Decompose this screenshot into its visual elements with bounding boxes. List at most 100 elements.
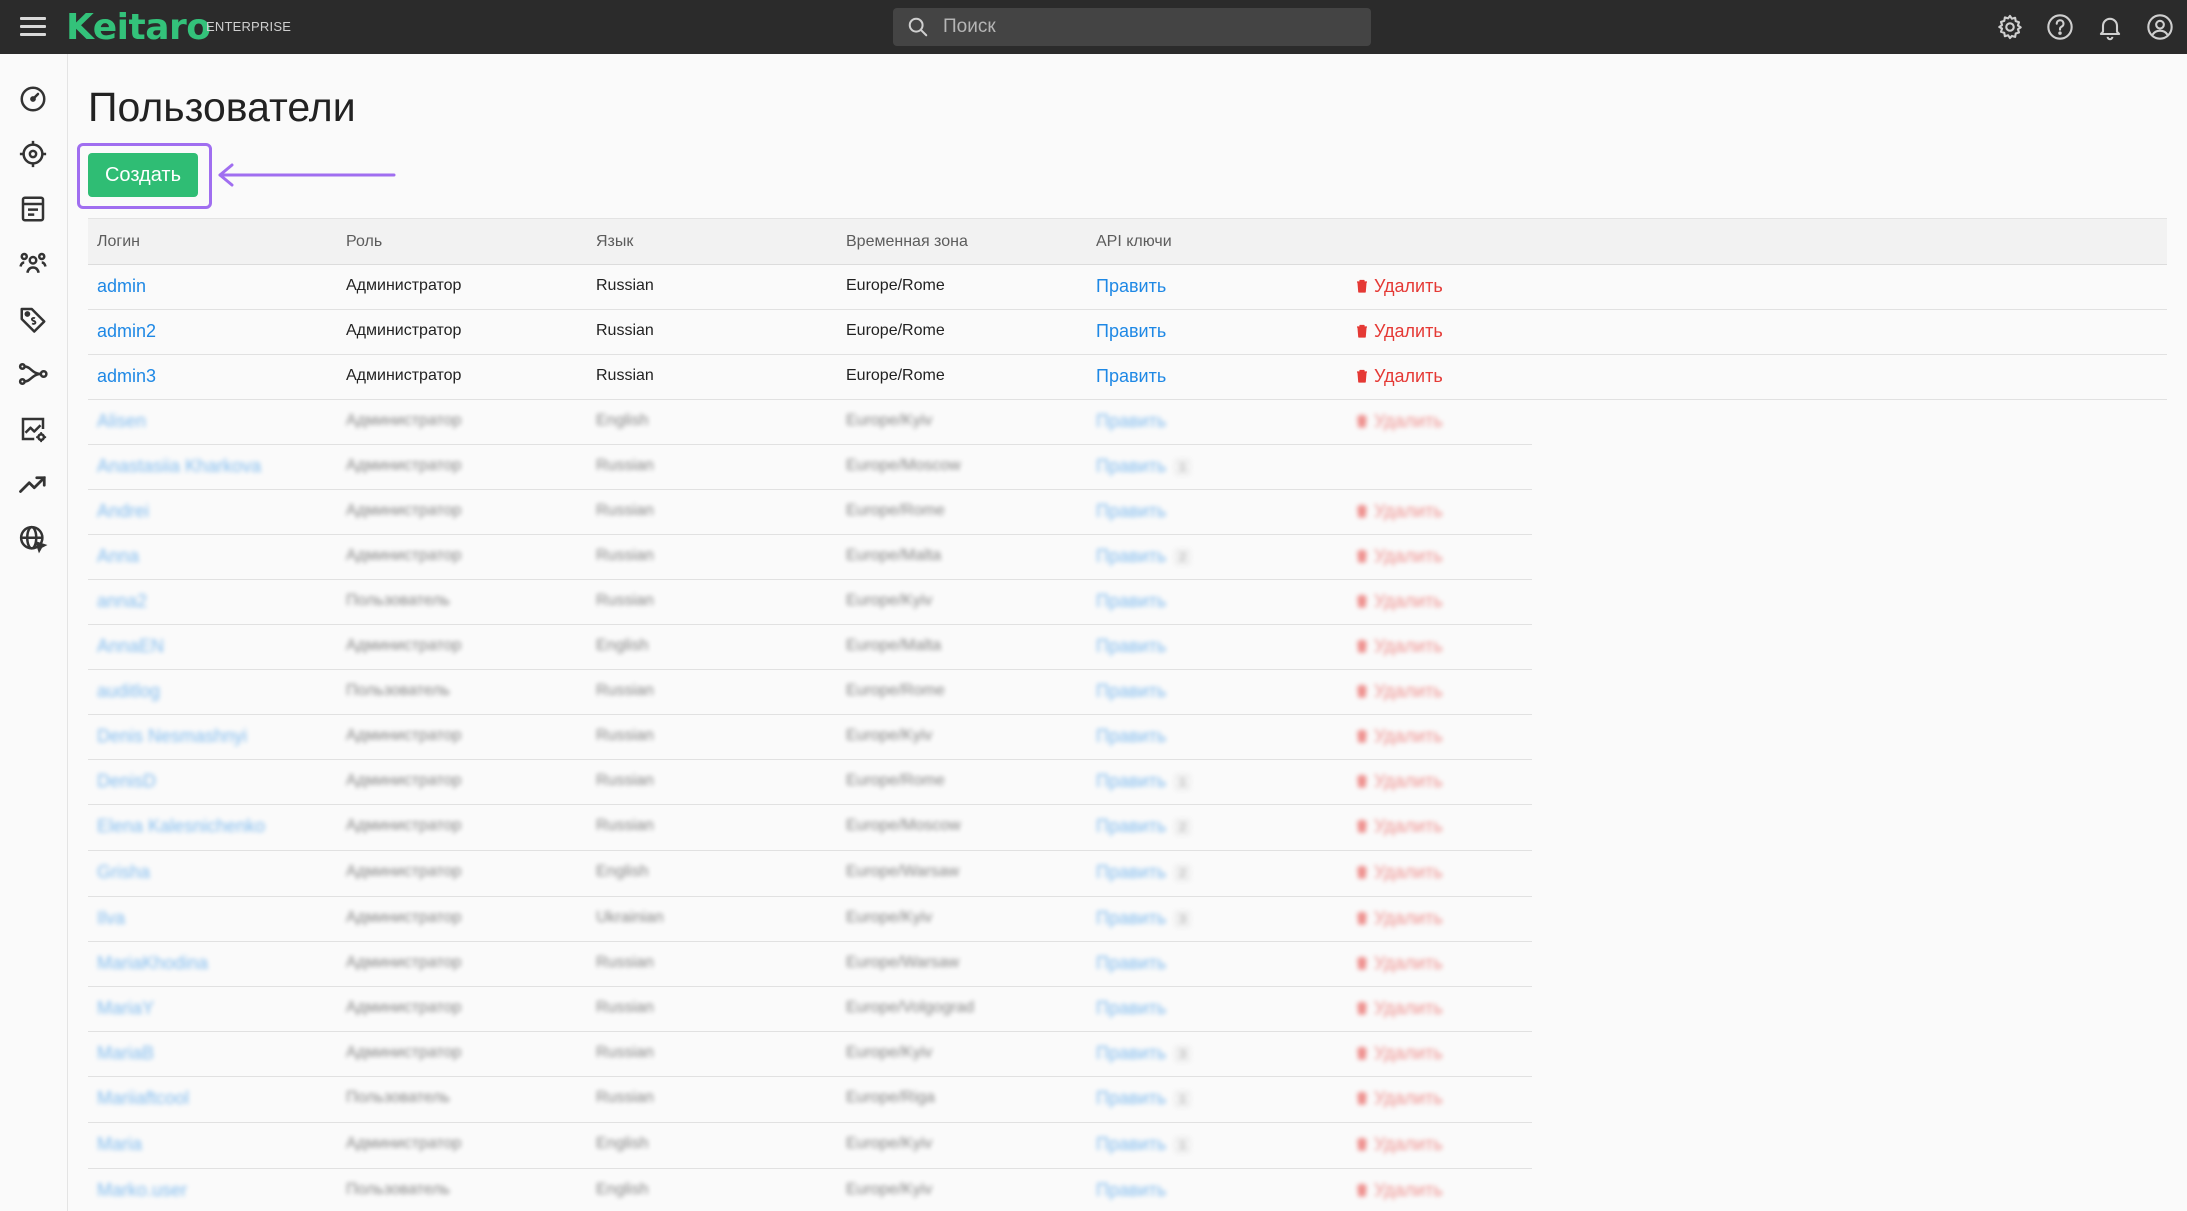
edit-api-keys-link[interactable]: Править — [1096, 726, 1166, 747]
user-login-link[interactable]: MariaB — [97, 1043, 154, 1064]
edit-api-keys-link[interactable]: Править — [1096, 1180, 1166, 1201]
user-language: Russian — [596, 367, 654, 384]
campaigns-icon[interactable] — [18, 139, 48, 169]
edit-api-keys-link[interactable]: Править — [1096, 321, 1166, 342]
delete-user-button[interactable]: Удалить — [1356, 636, 1443, 657]
delete-user-button[interactable]: Удалить — [1356, 953, 1443, 974]
column-login[interactable]: Логин — [97, 233, 140, 251]
edit-label: Править — [1096, 591, 1167, 611]
user-login-link[interactable]: admin2 — [97, 321, 156, 342]
user-timezone: Europe/Rome — [846, 322, 945, 339]
delete-user-button[interactable]: Удалить — [1356, 546, 1443, 567]
edit-api-keys-link[interactable]: Править — [1096, 276, 1166, 297]
user-login-link[interactable]: anna2 — [97, 591, 147, 612]
search-box[interactable] — [893, 8, 1371, 46]
user-login-link[interactable]: Mariiaftcool — [97, 1088, 189, 1109]
delete-user-button[interactable]: Удалить — [1356, 411, 1443, 432]
help-icon[interactable] — [2046, 13, 2074, 41]
user-login-link[interactable]: Ilva — [97, 908, 125, 929]
user-login-link[interactable]: Anastasiia Kharkova — [97, 456, 261, 477]
settings-icon[interactable] — [1996, 13, 2024, 41]
edit-api-keys-link[interactable]: Править 2 — [1096, 816, 1191, 837]
user-role: Администратор — [346, 817, 462, 834]
create-user-button[interactable]: Создать — [88, 153, 198, 197]
trash-icon — [1357, 594, 1367, 608]
user-login-link[interactable]: Anna — [97, 546, 139, 567]
delete-user-button[interactable]: Удалить — [1356, 1043, 1443, 1064]
user-login-link[interactable]: Marko.user — [97, 1180, 187, 1201]
account-icon[interactable] — [2146, 13, 2174, 41]
delete-user-button[interactable]: Удалить — [1356, 321, 1443, 342]
delete-user-button[interactable]: Удалить — [1356, 908, 1443, 929]
delete-user-button[interactable]: Удалить — [1356, 862, 1443, 883]
table-row: Ilva Администратор Ukrainian Europe/Kyiv Пра… — [88, 897, 1532, 942]
trends-icon[interactable] — [18, 469, 48, 499]
edit-api-keys-link[interactable]: Править 1 — [1096, 1088, 1191, 1109]
bell-icon[interactable] — [2096, 13, 2124, 41]
delete-user-button[interactable]: Удалить — [1356, 816, 1443, 837]
edit-api-keys-link[interactable]: Править — [1096, 591, 1166, 612]
edit-label: Править — [1096, 456, 1167, 476]
column-timezone[interactable]: Временная зона — [846, 233, 968, 251]
user-role: Администратор — [346, 727, 462, 744]
users-icon[interactable] — [18, 249, 48, 279]
geo-icon[interactable] — [18, 524, 48, 554]
trash-icon — [1357, 639, 1367, 653]
delete-user-button[interactable]: Удалить — [1356, 366, 1443, 387]
delete-user-button[interactable]: Удалить — [1356, 1180, 1443, 1201]
delete-user-button[interactable]: Удалить — [1356, 591, 1443, 612]
edit-api-keys-link[interactable]: Править — [1096, 998, 1166, 1019]
edit-api-keys-link[interactable]: Править — [1096, 636, 1166, 657]
reports-icon[interactable] — [18, 414, 48, 444]
edit-label: Править — [1096, 321, 1167, 341]
delete-user-button[interactable]: Удалить — [1356, 726, 1443, 747]
user-login-link[interactable]: Denis Nesmashnyi — [97, 726, 247, 747]
user-login-link[interactable]: admin3 — [97, 366, 156, 387]
search-input[interactable] — [943, 8, 1353, 46]
landings-icon[interactable] — [18, 194, 48, 224]
user-timezone: Europe/Rome — [846, 682, 945, 699]
edit-api-keys-link[interactable]: Править — [1096, 366, 1166, 387]
edit-label: Править — [1096, 1088, 1167, 1108]
delete-user-button[interactable]: Удалить — [1356, 1088, 1443, 1109]
app-logo[interactable]: Keitaro — [66, 8, 211, 48]
edit-api-keys-link[interactable]: Править 3 — [1096, 908, 1191, 929]
dashboard-icon[interactable] — [18, 84, 48, 114]
user-login-link[interactable]: DenisD — [97, 771, 156, 792]
delete-user-button[interactable]: Удалить — [1356, 998, 1443, 1019]
edit-label: Править — [1096, 366, 1167, 386]
user-login-link[interactable]: AnnaEN — [97, 636, 164, 657]
edit-api-keys-link[interactable]: Править — [1096, 681, 1166, 702]
flows-icon[interactable] — [18, 359, 48, 389]
edit-api-keys-link[interactable]: Править 1 — [1096, 771, 1191, 792]
delete-user-button[interactable]: Удалить — [1356, 276, 1443, 297]
menu-icon[interactable] — [20, 16, 46, 38]
user-login-link[interactable]: MariaKhodina — [97, 953, 208, 974]
user-login-link[interactable]: admin — [97, 276, 146, 297]
column-role[interactable]: Роль — [346, 233, 382, 251]
top-bar: Keitaro ENTERPRISE — [0, 0, 2187, 54]
delete-user-button[interactable]: Удалить — [1356, 681, 1443, 702]
edit-api-keys-link[interactable]: Править 2 — [1096, 862, 1191, 883]
delete-user-button[interactable]: Удалить — [1356, 1134, 1443, 1155]
edit-api-keys-link[interactable]: Править 1 — [1096, 456, 1191, 477]
edit-api-keys-link[interactable]: Править — [1096, 501, 1166, 522]
delete-user-button[interactable]: Удалить — [1356, 501, 1443, 522]
user-login-link[interactable]: Grisha — [97, 862, 150, 883]
user-login-link[interactable]: MariaY — [97, 998, 154, 1019]
user-login-link[interactable]: auditlog — [97, 681, 160, 702]
edit-api-keys-link[interactable]: Править — [1096, 953, 1166, 974]
user-login-link[interactable]: Maria — [97, 1134, 142, 1155]
table-row: admin3 Администратор Russian Europe/Rome Пра… — [88, 355, 2167, 400]
offers-icon[interactable] — [18, 304, 48, 334]
delete-user-button[interactable]: Удалить — [1356, 771, 1443, 792]
column-language[interactable]: Язык — [596, 233, 633, 251]
edit-api-keys-link[interactable]: Править — [1096, 411, 1166, 432]
user-login-link[interactable]: Elena Kalesnichenko — [97, 816, 265, 837]
table-row: Anna Администратор Russian Europe/Malta Прав… — [88, 535, 1532, 580]
edit-api-keys-link[interactable]: Править 1 — [1096, 1134, 1191, 1155]
edit-api-keys-link[interactable]: Править 3 — [1096, 1043, 1191, 1064]
user-login-link[interactable]: Alisen — [97, 411, 146, 432]
user-login-link[interactable]: Andrei — [97, 501, 149, 522]
edit-api-keys-link[interactable]: Править 2 — [1096, 546, 1191, 567]
